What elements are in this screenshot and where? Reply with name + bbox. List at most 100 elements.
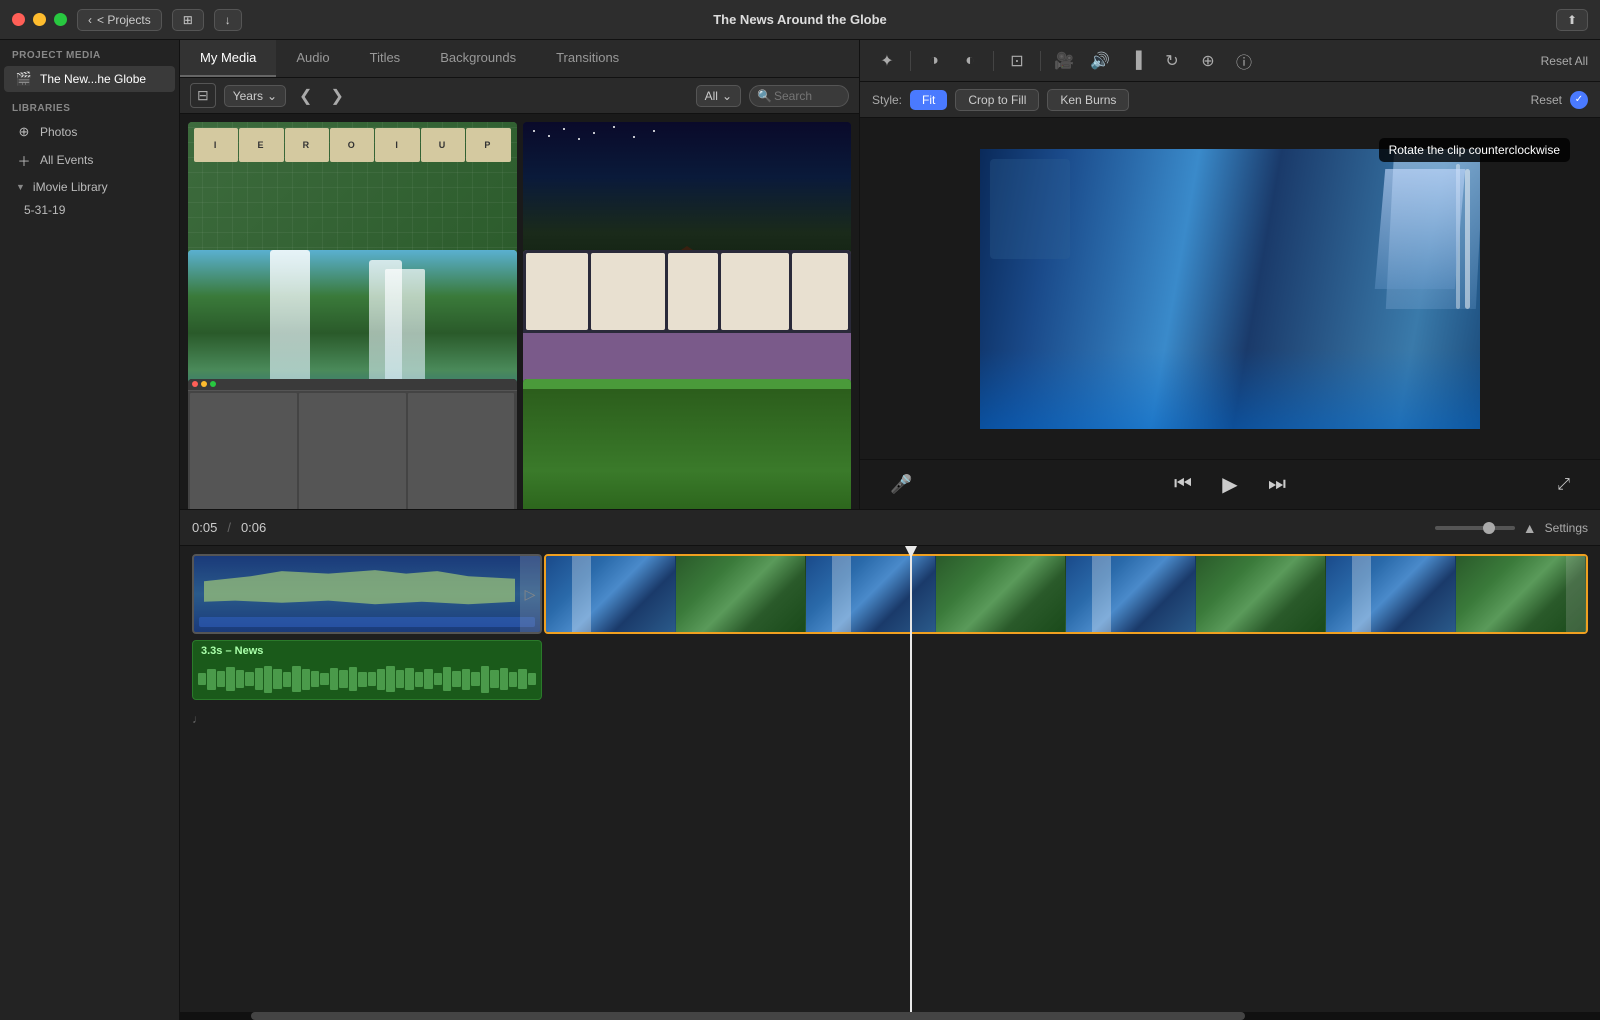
dropdown-chevron-icon: ⌄ — [267, 89, 277, 103]
wave-bar — [264, 666, 272, 693]
crop-to-fill-button[interactable]: Crop to Fill — [955, 89, 1039, 111]
preview-toolbar: ✦ ◑ ◐ ⊡ 🎥 — [860, 40, 1600, 82]
thumb-scrabble-img: I E R O I U P — [188, 122, 517, 307]
wave-bar — [396, 670, 404, 688]
fit-button[interactable]: Fit — [910, 90, 947, 110]
fullscreen-button[interactable] — [54, 13, 67, 26]
reset-all-button[interactable]: Reset All — [1541, 54, 1588, 68]
audio-clip-label: 3.3s – News — [201, 645, 263, 657]
media-thumb-scrabble[interactable]: I E R O I U P — [188, 122, 517, 307]
info-button[interactable]: ⓘ — [1229, 48, 1259, 74]
speed-button[interactable]: ↻ — [1157, 48, 1187, 74]
wave-bar — [386, 666, 394, 692]
download-button[interactable]: ↓ — [214, 9, 242, 31]
close-button[interactable] — [12, 13, 25, 26]
zoom-slider[interactable] — [1435, 526, 1515, 530]
sidebar-date-item[interactable]: 5-31-19 — [0, 200, 179, 220]
crop-button[interactable]: ⊡ — [1002, 48, 1032, 74]
play-pause-button[interactable]: ▶ — [1214, 469, 1246, 501]
wave-bar — [443, 667, 451, 691]
wave-bar — [207, 669, 215, 690]
all-selector[interactable]: All ⌄ — [696, 85, 741, 107]
nav-prev-icon[interactable]: ❮ — [294, 84, 317, 108]
sidebar-item-all-events[interactable]: ＋ All Events — [4, 147, 175, 173]
speed-icon: ↻ — [1165, 51, 1178, 71]
search-wrapper: 🔍 — [749, 85, 849, 107]
zoom-slider-thumb — [1483, 522, 1495, 534]
wave-bar — [255, 668, 263, 691]
skip-forward-button[interactable]: ⏭ — [1261, 469, 1293, 501]
sidebar-toggle-button[interactable]: ⊟ — [190, 83, 216, 108]
content-area: My Media Audio Titles Backgrounds Transi… — [180, 40, 1600, 1020]
sidebar-item-imovie-library[interactable]: ▼ iMovie Library — [4, 175, 175, 199]
skip-back-button[interactable]: ⏮ — [1167, 469, 1199, 501]
clip-world-map[interactable]: ◁ ▷ — [192, 554, 542, 634]
tab-my-media[interactable]: My Media — [180, 40, 276, 77]
color-balance-icon: ◐ — [965, 52, 975, 70]
sidebar-item-photos[interactable]: ⊕ Photos — [4, 119, 175, 145]
toolbar-separator-2 — [993, 51, 994, 71]
waterfall-frame-4 — [936, 556, 1066, 632]
nav-next-icon[interactable]: ❯ — [325, 84, 348, 108]
overlay-button[interactable]: ⊕ — [1193, 48, 1223, 74]
audio-clip[interactable]: 3.3s – News — [192, 640, 542, 700]
overlay-icon: ⊕ — [1201, 51, 1214, 71]
camera-button[interactable]: 🎥 — [1049, 48, 1079, 74]
audio-button[interactable]: 🔊 — [1085, 48, 1115, 74]
libraries-header: LIBRARIES — [0, 93, 179, 118]
tab-transitions[interactable]: Transitions — [536, 40, 639, 77]
color-wheel-button[interactable]: ◑ — [919, 48, 949, 74]
event-library-toggle[interactable]: ⊞ — [172, 9, 204, 31]
info-icon: ⓘ — [1236, 49, 1252, 73]
back-chevron-icon: ‹ — [88, 13, 92, 27]
timeline-tracks: ◁ ▷ — [180, 546, 1600, 1012]
sidebar-item-project[interactable]: 🎬 The New...he Globe — [4, 66, 175, 92]
media-browser: My Media Audio Titles Backgrounds Transi… — [180, 40, 860, 509]
tab-titles[interactable]: Titles — [350, 40, 421, 77]
titlebar: ‹ < Projects ⊞ ↓ The News Around the Glo… — [0, 0, 1600, 40]
minimize-button[interactable] — [33, 13, 46, 26]
wave-bar — [292, 666, 300, 692]
search-input[interactable] — [749, 85, 849, 107]
clip-waterfall-sequence[interactable] — [544, 554, 1588, 634]
project-media-header: PROJECT MEDIA — [0, 40, 179, 65]
projects-button[interactable]: ‹ < Projects — [77, 9, 162, 31]
mic-icon: 🎤 — [890, 474, 912, 494]
wave-bar — [500, 668, 508, 691]
style-confirm-check[interactable]: ✓ — [1570, 91, 1588, 109]
wave-bar — [481, 666, 489, 693]
wave-bar — [471, 672, 479, 686]
media-grid: I E R O I U P — [180, 114, 859, 509]
media-thumb-screenshot1[interactable] — [188, 379, 517, 509]
tab-backgrounds[interactable]: Backgrounds — [420, 40, 536, 77]
equalizer-icon: ▐ — [1130, 52, 1141, 70]
photos-icon: ⊕ — [16, 124, 32, 140]
ken-burns-button[interactable]: Ken Burns — [1047, 89, 1129, 111]
equalizer-button[interactable]: ▐ — [1121, 48, 1151, 74]
tab-audio[interactable]: Audio — [276, 40, 349, 77]
expand-button[interactable]: ⤢ — [1557, 476, 1570, 494]
wave-bar — [405, 668, 413, 691]
wave-bar — [518, 669, 526, 689]
clip-handle-right[interactable]: ▷ — [520, 556, 540, 632]
years-selector[interactable]: Years ⌄ — [224, 85, 286, 107]
wave-bar — [302, 669, 310, 690]
color-balance-button[interactable]: ◐ — [955, 48, 985, 74]
app-title: The News Around the Globe — [713, 12, 887, 27]
preview-canvas: Rotate the clip counterclockwise — [860, 118, 1600, 459]
wave-bar — [434, 673, 442, 685]
magic-wand-button[interactable]: ✦ — [872, 48, 902, 74]
waterfall-frame-5 — [1066, 556, 1196, 632]
settings-button[interactable]: Settings — [1545, 521, 1588, 535]
timeline-header: 0:05 / 0:06 ▲ Settings — [180, 510, 1600, 546]
timeline-scrollbar[interactable] — [180, 1012, 1600, 1020]
media-thumb-green[interactable] — [523, 379, 852, 509]
timeline-scrollbar-thumb[interactable] — [251, 1012, 1245, 1020]
wave-bar — [273, 669, 281, 689]
style-reset-button[interactable]: Reset — [1531, 93, 1562, 107]
share-button[interactable]: ⬆ — [1556, 9, 1588, 31]
wave-bar — [452, 671, 460, 688]
mic-button[interactable]: 🎤 — [890, 474, 912, 495]
wave-bar — [349, 667, 357, 691]
preview-video — [980, 149, 1480, 429]
